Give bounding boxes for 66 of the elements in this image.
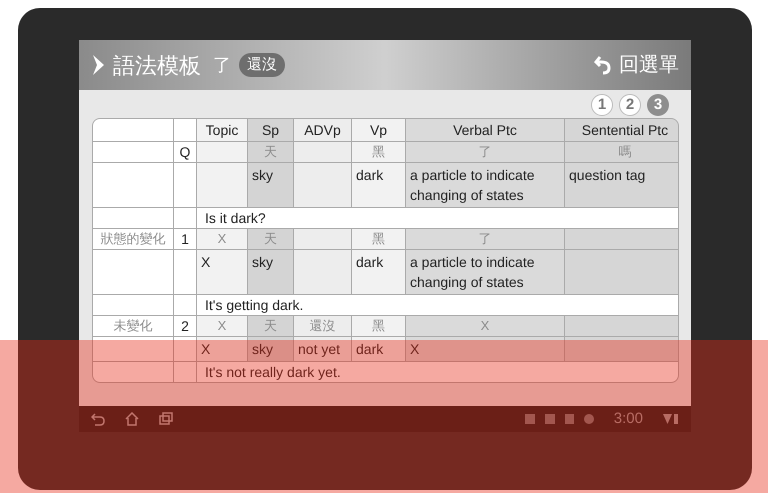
table-cell: 黑: [352, 316, 405, 336]
table-cell: [294, 250, 351, 294]
particle-label: 了: [213, 54, 231, 76]
table-cell: 黑: [352, 142, 405, 162]
table-cell: not yet: [294, 337, 351, 361]
table-cell: [294, 229, 351, 249]
column-header: ADVp: [294, 119, 351, 141]
translation-text: It's getting dark.: [197, 295, 678, 315]
table-cell: 嗎: [565, 142, 678, 162]
table-cell: X: [406, 337, 564, 361]
page-button[interactable]: 2: [619, 94, 641, 116]
table-cell: 天: [248, 316, 293, 336]
table-cell: 狀態的變化: [93, 229, 173, 249]
table-cell: X: [406, 316, 564, 336]
clock-text: 3:00: [614, 408, 643, 429]
back-icon[interactable]: [91, 412, 105, 426]
recent-apps-icon[interactable]: [159, 412, 173, 426]
table-cell: [197, 142, 247, 162]
table-cell: sky: [248, 163, 293, 207]
table-cell: dark: [352, 250, 405, 294]
home-icon[interactable]: [125, 412, 139, 426]
column-header: Topic: [197, 119, 247, 141]
table-cell: Q: [174, 142, 196, 162]
table-cell: X: [197, 250, 247, 294]
table-cell: [174, 337, 196, 361]
table-cell: dark: [352, 337, 405, 361]
table-cell: [294, 163, 351, 207]
column-header: Sp: [248, 119, 293, 141]
table-cell: X: [197, 229, 247, 249]
table-cell: a particle to indicate changing of states: [406, 163, 564, 207]
page-title: 語法模板: [113, 52, 201, 80]
column-header: Verbal Ptc: [406, 119, 564, 141]
table-cell: [197, 163, 247, 207]
table-cell: X: [197, 337, 247, 361]
table-cell: 天: [248, 142, 293, 162]
particle-badge: 還沒: [239, 52, 285, 78]
table-cell: 了: [406, 142, 564, 162]
table-cell: question tag: [565, 163, 678, 207]
table-cell: 黑: [352, 229, 405, 249]
table-cell: [294, 142, 351, 162]
table-cell: [174, 119, 196, 141]
table-cell: dark: [352, 163, 405, 207]
translation-text: Is it dark?: [197, 208, 678, 228]
table-cell: [174, 295, 196, 315]
table-cell: X: [197, 316, 247, 336]
table-cell: 天: [248, 229, 293, 249]
signal-battery-icon: [663, 413, 679, 425]
table-cell: sky: [248, 337, 293, 361]
page-button[interactable]: 3: [647, 94, 669, 116]
table-cell: a particle to indicate changing of states: [406, 250, 564, 294]
column-header: Sentential Ptc: [565, 119, 678, 141]
table-cell: sky: [248, 250, 293, 294]
page-button[interactable]: 1: [591, 94, 613, 116]
chevron-icon: [91, 54, 105, 76]
table-cell: 還沒: [294, 316, 351, 336]
table-cell: 了: [406, 229, 564, 249]
table-cell: 1: [174, 229, 196, 249]
translation-text: It's not really dark yet.: [197, 362, 678, 382]
table-cell: 未變化: [93, 316, 173, 336]
table-cell: 2: [174, 316, 196, 336]
table-cell: [174, 163, 196, 207]
table-cell: [174, 362, 196, 382]
table-cell: [174, 208, 196, 228]
back-to-menu-button[interactable]: 回選單: [593, 50, 679, 80]
table-cell: [174, 250, 196, 294]
column-header: Vp: [352, 119, 405, 141]
